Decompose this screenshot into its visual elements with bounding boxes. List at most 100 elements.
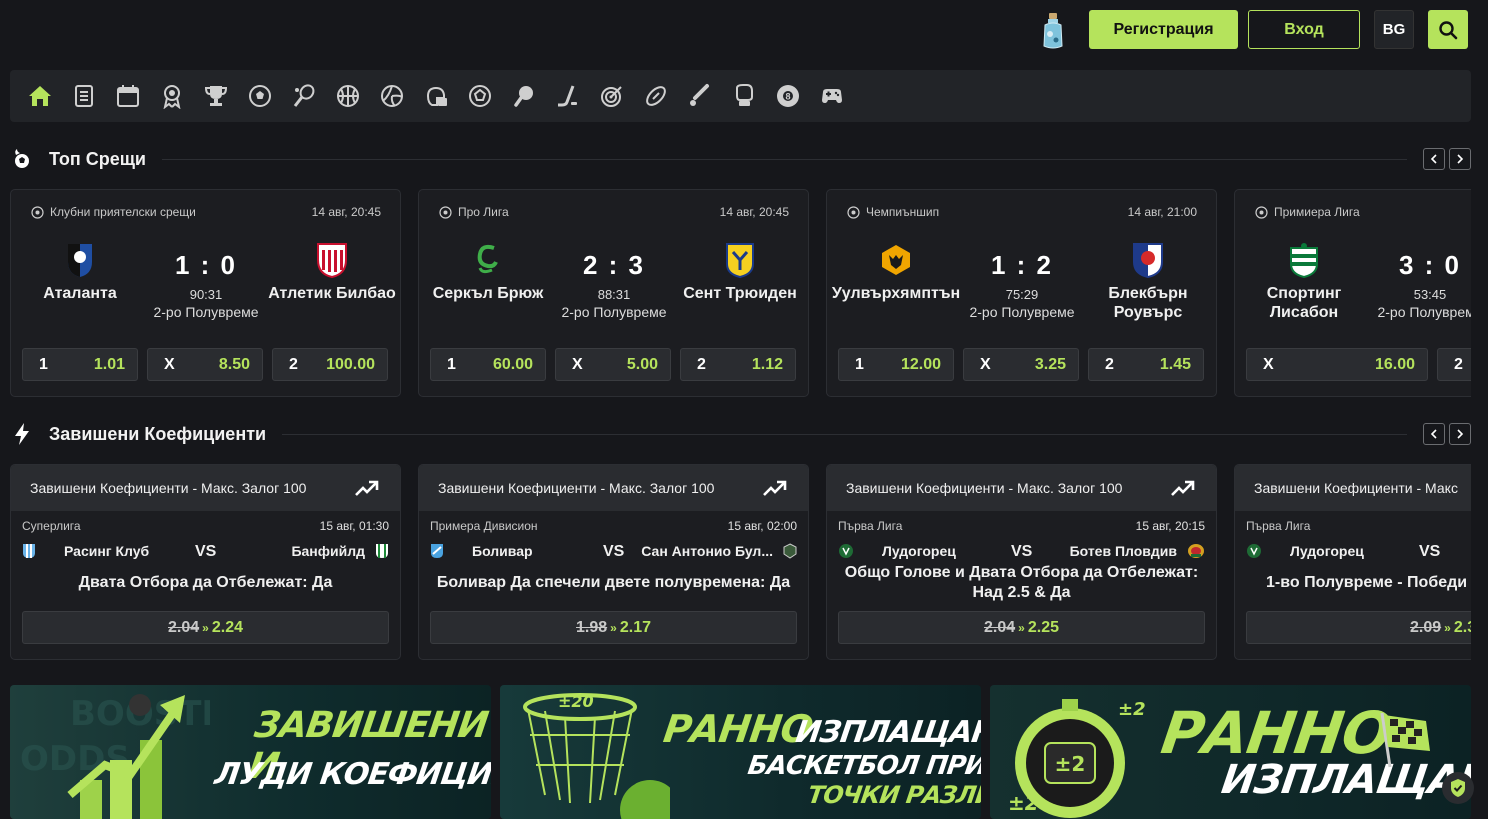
nav-hockey[interactable]	[546, 74, 590, 118]
match-card[interactable]: Про Лига 14 авг, 20:45 Серкъл Брюж 2 : 3…	[418, 189, 809, 397]
promo-banner-early-payout-basketball[interactable]: ±20 РАННО ИЗПЛАЩАНЕ БАСКЕТБОЛ ПРИ 20 ТОЧ…	[500, 685, 981, 819]
nav-football[interactable]	[238, 74, 282, 118]
away-team[interactable]: Сент Трюиден	[670, 242, 810, 303]
away-team[interactable]: Атлетик Билбао	[262, 242, 402, 303]
tennis-icon	[293, 84, 315, 107]
nav-awards[interactable]	[150, 74, 194, 118]
nav-esports[interactable]	[414, 74, 458, 118]
boosted-card[interactable]: Завишени Коефициенти - Макс. Залог 100 П…	[418, 464, 809, 660]
boosted-odd-button[interactable]: 2.09»2.30	[1246, 611, 1471, 644]
boosted-market: 1-во Полувреме - Победи	[1266, 574, 1468, 591]
nav-trophy[interactable]	[194, 74, 238, 118]
double-chevron-icon: »	[202, 620, 209, 635]
nav-tennis[interactable]	[282, 74, 326, 118]
away-team[interactable]: Блекбърн Роувърс	[1078, 242, 1218, 322]
top-matches-title: Топ Срещи	[49, 148, 146, 169]
lightning-icon	[15, 423, 29, 445]
nav-gaming[interactable]	[810, 74, 854, 118]
fire-ball-icon	[15, 149, 29, 168]
home-team[interactable]: Аталанта	[10, 242, 150, 303]
handball-icon	[469, 85, 491, 107]
search-button[interactable]	[1428, 10, 1468, 49]
boosted-teams: Расинг Клуб VS Банфийлд	[22, 543, 389, 563]
nav-cricket[interactable]	[678, 74, 722, 118]
boosted-card[interactable]: Завишени Коефициенти - Макс. Залог 100 С…	[10, 464, 401, 660]
boosted-odd-button[interactable]: 2.04» 2.24	[22, 611, 389, 644]
promo-bottle-icon[interactable]	[1040, 12, 1066, 50]
home-team[interactable]: Спортинг Лисабон	[1234, 242, 1374, 322]
cricket-icon	[690, 84, 709, 106]
home-team[interactable]: Серкъл Брюж	[418, 242, 558, 303]
match-card[interactable]: Чемпиъншип 14 авг, 21:00 Уулвърхямптън 1…	[826, 189, 1217, 397]
top-matches-prev-button[interactable]	[1423, 148, 1445, 170]
boosted-next-button[interactable]	[1449, 423, 1471, 445]
wolves-logo-icon	[882, 245, 910, 275]
nav-boxing[interactable]	[722, 74, 766, 118]
match-league: Клубни приятелски срещи	[31, 205, 196, 219]
shield-check-icon	[1451, 779, 1465, 797]
nav-home[interactable]	[18, 74, 62, 118]
double-chevron-icon: »	[1018, 620, 1025, 635]
bolivar-logo-icon	[431, 544, 443, 558]
match-league: Чемпиъншип	[847, 205, 939, 219]
promo-banner-early-payout[interactable]: ±2 ±2 ±2 РАННО ИЗПЛАЩАНЕ	[990, 685, 1471, 819]
odd-button[interactable]: X 3.25	[963, 348, 1079, 381]
nav-darts[interactable]	[590, 74, 634, 118]
boosted-header: Завишени Коефициенти	[10, 419, 1471, 449]
odd-button[interactable]: 2 100.00	[272, 348, 388, 381]
odd-button[interactable]: 1 60.00	[430, 348, 546, 381]
nav-table-tennis[interactable]	[502, 74, 546, 118]
boosted-league: Първа Лига	[1246, 519, 1311, 533]
odd-button[interactable]: 2 1.45	[1088, 348, 1204, 381]
chevron-right-icon	[1457, 429, 1464, 439]
sporting-logo-icon	[1290, 243, 1318, 278]
odd-button[interactable]: X 16.00	[1246, 348, 1428, 381]
match-card[interactable]: Примиера Лига Спортинг Лисабон 3 : 0 53:…	[1234, 189, 1471, 397]
nav-snooker[interactable]: 8	[766, 74, 810, 118]
trending-up-icon	[763, 480, 787, 496]
odd-button[interactable]: 1 1.01	[22, 348, 138, 381]
volleyball-icon	[381, 85, 403, 107]
svg-text:8: 8	[785, 92, 790, 102]
atalanta-logo-icon	[68, 244, 92, 277]
nav-basketball[interactable]	[326, 74, 370, 118]
darts-icon	[601, 86, 622, 107]
match-score: 1 : 2 75:29 2-ро Полувреме	[969, 250, 1075, 320]
match-score: 3 : 0 53:45 2-ро Полувреме	[1377, 250, 1471, 320]
security-badge-button[interactable]	[1442, 772, 1474, 804]
stopwatch-illustration-icon: ±2 ±2 ±2	[1008, 699, 1146, 818]
news-icon	[75, 85, 93, 107]
odd-button[interactable]: 2 1.12	[680, 348, 796, 381]
promo-banner-boosted-odds[interactable]: BOOSTED ODDS ЗАВИШЕНИ И ЛУДИ КОЕФИЦИЕНТИ	[10, 685, 491, 819]
boosted-card[interactable]: Завишени Коефициенти - Макс Първа Лига Л…	[1234, 464, 1471, 660]
boosted-odd-button[interactable]: 2.04» 2.25	[838, 611, 1205, 644]
match-card[interactable]: Клубни приятелски срещи 14 авг, 20:45 Ат…	[10, 189, 401, 397]
botev-plovdiv-logo-icon	[1188, 544, 1204, 558]
odd-button[interactable]: X 8.50	[147, 348, 263, 381]
boosted-prev-button[interactable]	[1423, 423, 1445, 445]
language-button[interactable]: BG	[1374, 10, 1414, 49]
nav-calendar[interactable]	[106, 74, 150, 118]
chevron-right-icon	[1457, 154, 1464, 164]
san-antonio-logo-icon	[783, 543, 797, 559]
login-button[interactable]: Вход	[1248, 10, 1360, 49]
award-icon	[163, 85, 181, 109]
nav-handball[interactable]	[458, 74, 502, 118]
odd-button[interactable]: 1 12.00	[838, 348, 954, 381]
nav-news[interactable]	[62, 74, 106, 118]
odd-button[interactable]: X 5.00	[555, 348, 671, 381]
top-matches-next-button[interactable]	[1449, 148, 1471, 170]
register-button[interactable]: Регистрация	[1089, 10, 1238, 49]
boosted-odd-button[interactable]: 1.98» 2.17	[430, 611, 797, 644]
football-icon	[249, 85, 271, 107]
sint-truiden-logo-icon	[726, 243, 754, 278]
nav-volleyball[interactable]	[370, 74, 414, 118]
home-team[interactable]: Уулвърхямптън	[826, 242, 966, 303]
banfield-logo-icon	[376, 544, 388, 558]
athletic-bilbao-logo-icon	[317, 243, 347, 278]
svg-text:±2: ±2	[1008, 791, 1039, 815]
odd-button[interactable]: 2	[1437, 348, 1471, 381]
nav-rugby[interactable]	[634, 74, 678, 118]
boosted-card[interactable]: Завишени Коефициенти - Макс. Залог 100 П…	[826, 464, 1217, 660]
racing-club-logo-icon	[23, 544, 35, 558]
